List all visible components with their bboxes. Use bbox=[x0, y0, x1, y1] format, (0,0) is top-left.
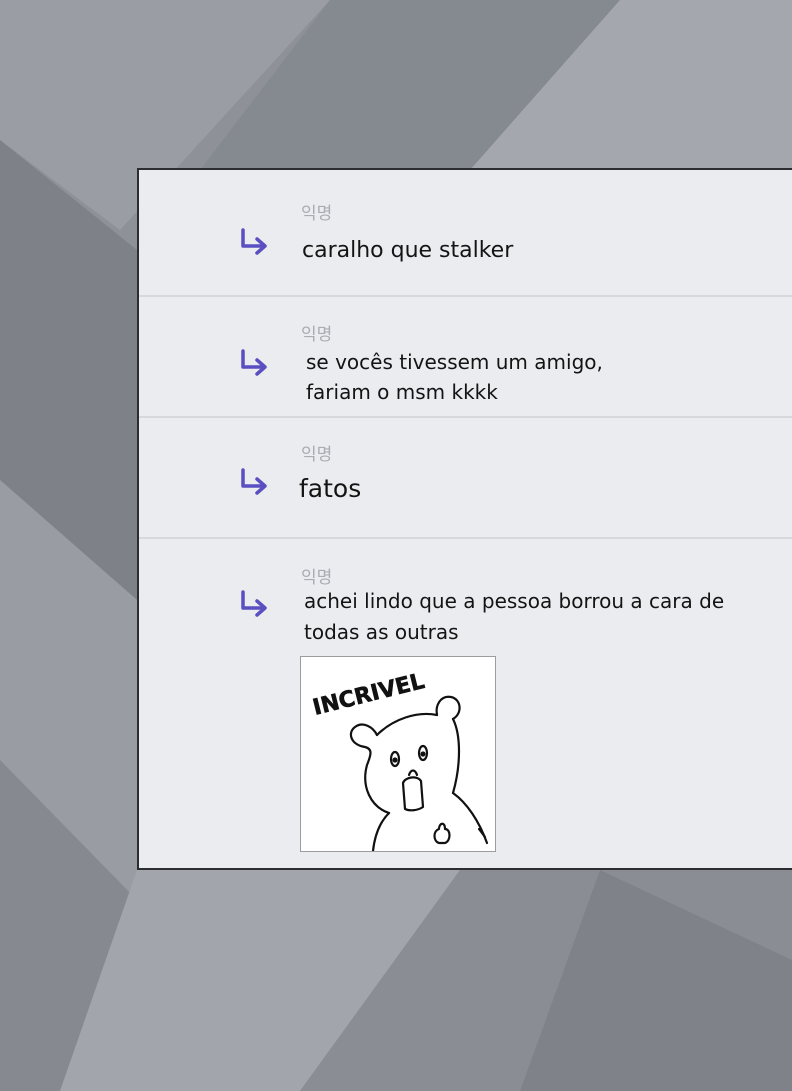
comment-text: fatos bbox=[299, 474, 362, 503]
comment-text-line: se vocês tivessem um amigo, bbox=[306, 350, 603, 374]
comment-item: 익명 achei lindo que a pessoa borrou a car… bbox=[139, 537, 792, 868]
comment-author: 익명 bbox=[301, 568, 333, 588]
comment-text: se vocês tivessem um amigo, fariam o msm… bbox=[306, 347, 603, 407]
comment-text-line: achei lindo que a pessoa borrou a cara d… bbox=[304, 589, 725, 613]
bear-sticker-icon: INCRIVEL bbox=[310, 669, 489, 853]
comment-text-line: todas as outras bbox=[304, 620, 459, 644]
reply-arrow-icon bbox=[241, 468, 267, 495]
reply-arrow-icon bbox=[241, 349, 267, 376]
sticker-caption: INCRIVEL bbox=[310, 669, 427, 721]
comment-text: achei lindo que a pessoa borrou a cara d… bbox=[304, 586, 784, 648]
comment-item: 익명 caralho que stalker bbox=[139, 170, 792, 297]
comment-item: 익명 fatos bbox=[139, 416, 792, 539]
reply-arrow-icon bbox=[241, 590, 267, 617]
comment-author: 익명 bbox=[301, 204, 333, 224]
comment-item: 익명 se vocês tivessem um amigo, fariam o … bbox=[139, 295, 792, 418]
comments-panel: 익명 caralho que stalker 익명 se vocês tives… bbox=[137, 168, 792, 870]
bear-sticker-image[interactable]: INCRIVEL bbox=[300, 656, 496, 853]
reply-arrow-icon bbox=[241, 228, 267, 255]
comment-author: 익명 bbox=[301, 445, 333, 465]
comment-text-line: fariam o msm kkkk bbox=[306, 380, 498, 404]
comment-author: 익명 bbox=[301, 325, 333, 345]
comment-text: caralho que stalker bbox=[302, 238, 514, 263]
